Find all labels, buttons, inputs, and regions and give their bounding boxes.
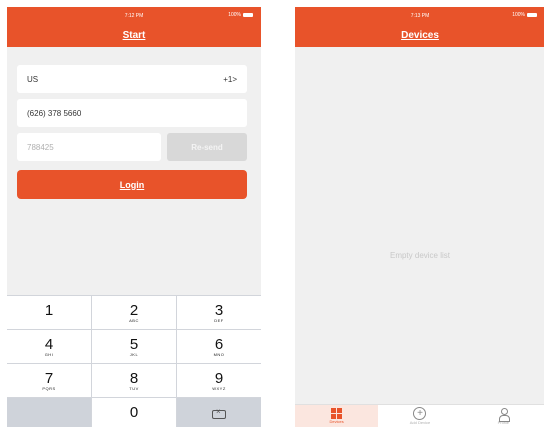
numeric-keypad: 1 2 ABC 3 DEF 4 GHI 5 JKL 6 MNO 7 PQRS 8 TUV 9W… bbox=[7, 295, 261, 427]
tab-label: Devices bbox=[329, 419, 344, 424]
status-time: 7:12 PM bbox=[124, 12, 144, 19]
key-8[interactable]: 8 TUV bbox=[92, 364, 176, 397]
key-1[interactable]: 1 bbox=[7, 296, 91, 329]
user-icon bbox=[498, 407, 510, 422]
battery-percent: 100% bbox=[228, 12, 241, 18]
country-selector[interactable]: US +1> bbox=[17, 65, 247, 93]
tab-profile[interactable]: Profile bbox=[462, 405, 544, 427]
backspace-key[interactable] bbox=[177, 398, 261, 427]
login-label: Login bbox=[119, 179, 145, 190]
nav-bar: Devices bbox=[295, 24, 544, 47]
backspace-icon bbox=[212, 407, 226, 419]
grid-icon bbox=[331, 408, 343, 419]
key-2[interactable]: 2 ABC bbox=[92, 296, 176, 329]
phone-number-value: (626) 378 5660 bbox=[27, 108, 82, 118]
key-9[interactable]: 9 WXYZ bbox=[177, 364, 261, 397]
devices-screen: 7:13 PM 100% Devices Empty device list D… bbox=[295, 7, 544, 427]
status-time: 7:13 PM bbox=[410, 12, 430, 19]
resend-button[interactable]: Re-send bbox=[167, 133, 247, 161]
tab-add-device[interactable]: + Add Device bbox=[378, 405, 461, 427]
login-button[interactable]: Login bbox=[17, 170, 247, 199]
key-4[interactable]: 4 GHI bbox=[7, 330, 91, 363]
key-0[interactable]: 0 bbox=[92, 398, 176, 427]
start-screen: 7:12 PM 100% Start US +1> (626) 378 5660… bbox=[7, 7, 261, 427]
tab-bar: Devices + Add Device Profile bbox=[295, 404, 544, 427]
key-3[interactable]: 3 DEF bbox=[177, 296, 261, 329]
key-6[interactable]: 6 MNO bbox=[177, 330, 261, 363]
country-code: +1> bbox=[223, 74, 237, 84]
verification-code-value: 788425 bbox=[27, 142, 54, 152]
empty-device-list-text: Empty device list bbox=[389, 251, 451, 260]
tab-devices[interactable]: Devices bbox=[295, 405, 379, 427]
battery-percent: 100% bbox=[512, 12, 525, 18]
status-bar: 7:13 PM 100% bbox=[295, 7, 544, 24]
page-title: Devices bbox=[401, 30, 439, 41]
key-7[interactable]: 7 PQRS bbox=[7, 364, 91, 397]
battery-icon bbox=[527, 13, 537, 17]
plus-circle-icon: + bbox=[413, 407, 427, 420]
tab-label: Add Device bbox=[409, 420, 431, 425]
verification-code-input[interactable]: 788425 bbox=[17, 133, 161, 161]
status-bar: 7:12 PM 100% bbox=[7, 7, 261, 24]
key-5[interactable]: 5 JKL bbox=[92, 330, 176, 363]
battery-icon bbox=[243, 13, 253, 17]
nav-bar: Start bbox=[7, 24, 261, 47]
country-name: US bbox=[27, 74, 39, 84]
key-blank bbox=[7, 398, 91, 427]
phone-number-input[interactable]: (626) 378 5660 bbox=[17, 99, 247, 127]
page-title: Start bbox=[122, 30, 146, 41]
